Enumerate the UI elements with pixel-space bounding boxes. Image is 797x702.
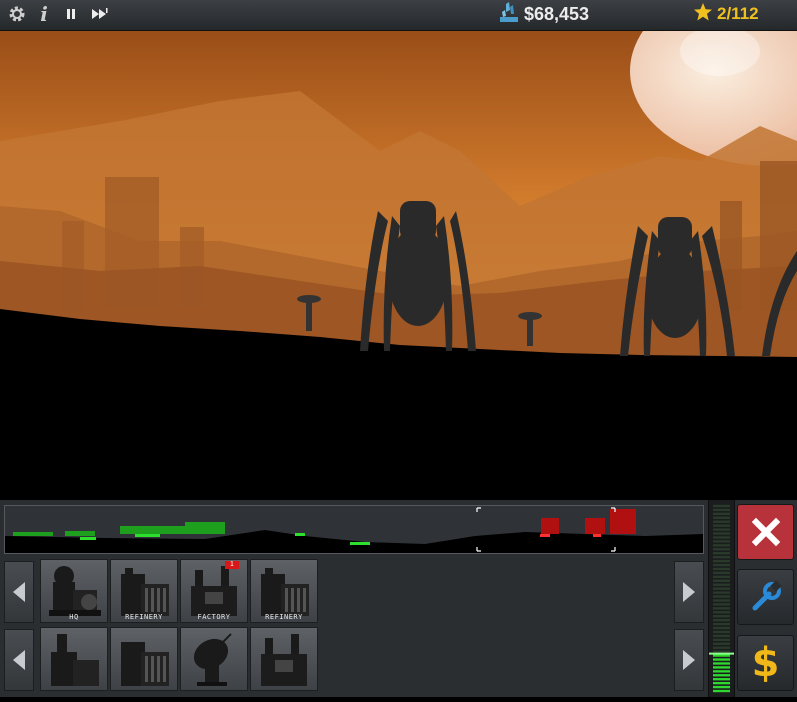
scroll-left-button[interactable] bbox=[4, 561, 34, 623]
meter-segment bbox=[713, 544, 730, 547]
meter-segment bbox=[713, 615, 730, 618]
arrow-left-icon bbox=[13, 582, 25, 602]
meter-segment bbox=[713, 516, 730, 519]
card-label: FACTORY bbox=[197, 613, 231, 621]
wrench-icon bbox=[752, 580, 782, 611]
sell-button[interactable]: $ bbox=[737, 635, 794, 691]
meter-segment bbox=[713, 524, 730, 527]
factory-building-icon bbox=[261, 634, 307, 686]
meter-segment bbox=[713, 666, 730, 669]
meter-segment bbox=[713, 634, 730, 638]
pause-icon[interactable] bbox=[61, 0, 81, 28]
meter-segment bbox=[713, 591, 730, 594]
meter-segment bbox=[713, 579, 730, 582]
build-row-1: HQ REFINERY 1 FACTORY REFINERY bbox=[0, 559, 707, 625]
meter-segment bbox=[713, 689, 730, 693]
meter-segment bbox=[713, 681, 730, 685]
dollar-icon: $ bbox=[751, 640, 780, 686]
meter-segment bbox=[713, 595, 730, 598]
martian-landscape bbox=[0, 31, 797, 501]
meter-segment bbox=[713, 555, 730, 559]
radar-dish-building-icon bbox=[193, 633, 232, 686]
meter-segment bbox=[713, 571, 730, 575]
meter-segment bbox=[713, 670, 730, 673]
meter-segment bbox=[713, 630, 730, 634]
meter-segment bbox=[713, 583, 730, 586]
meter-segment bbox=[713, 622, 730, 626]
build-card-factory[interactable] bbox=[250, 627, 318, 691]
gear-icon[interactable] bbox=[5, 0, 29, 28]
meter-segment bbox=[713, 540, 730, 543]
meter-segment bbox=[713, 575, 730, 579]
meter-segment bbox=[713, 528, 730, 531]
info-icon[interactable]: i bbox=[34, 0, 54, 28]
top-bar: i $68,453 2/112 bbox=[0, 0, 797, 31]
build-row-2 bbox=[0, 627, 707, 693]
meter-segment bbox=[713, 548, 730, 551]
meter-segment bbox=[713, 642, 730, 645]
arrow-right-icon bbox=[683, 582, 695, 602]
card-label: REFINERY bbox=[125, 613, 163, 621]
game-viewport[interactable] bbox=[0, 31, 797, 501]
money-display: $68,453 bbox=[500, 0, 589, 28]
meter-segment bbox=[713, 658, 730, 661]
crystal-icon bbox=[500, 1, 518, 27]
meter-segment bbox=[713, 685, 730, 689]
build-card-radar[interactable] bbox=[180, 627, 248, 691]
minimap[interactable] bbox=[4, 505, 704, 554]
meter-segment bbox=[713, 563, 730, 567]
meter-segment bbox=[713, 504, 730, 508]
notification-badge: 1 bbox=[225, 561, 239, 569]
meter-segment bbox=[713, 678, 730, 681]
star-icon bbox=[693, 2, 713, 27]
meter-segment bbox=[713, 520, 730, 523]
cancel-button[interactable] bbox=[737, 504, 794, 560]
fast-forward-icon[interactable] bbox=[89, 0, 111, 28]
meter-segment bbox=[713, 646, 730, 649]
scroll-left-button[interactable] bbox=[4, 629, 34, 691]
meter-segment bbox=[713, 638, 730, 642]
stars-value: 2/112 bbox=[717, 4, 759, 23]
build-card-refinery[interactable] bbox=[110, 627, 178, 691]
meter-segment bbox=[713, 552, 730, 555]
arrow-left-icon bbox=[13, 650, 25, 670]
power-meter-bars bbox=[709, 504, 734, 693]
arrow-right-icon bbox=[683, 650, 695, 670]
build-card-factory[interactable]: 1 FACTORY bbox=[180, 559, 248, 623]
card-label: REFINERY bbox=[265, 613, 303, 621]
build-card-hq[interactable]: HQ bbox=[40, 559, 108, 623]
meter-segment bbox=[713, 611, 730, 614]
meter-segment bbox=[713, 650, 730, 653]
build-card-refinery[interactable]: REFINERY bbox=[110, 559, 178, 623]
build-card-silo[interactable] bbox=[40, 627, 108, 691]
scroll-right-button[interactable] bbox=[674, 629, 704, 691]
money-value: $68,453 bbox=[524, 3, 590, 24]
power-meter bbox=[708, 500, 735, 697]
repair-button[interactable] bbox=[737, 569, 794, 625]
silo-building-icon bbox=[51, 634, 99, 686]
meter-segment bbox=[713, 654, 730, 657]
meter-segment bbox=[713, 674, 730, 677]
meter-segment bbox=[713, 618, 730, 622]
scroll-right-button[interactable] bbox=[674, 561, 704, 623]
card-label: HQ bbox=[69, 613, 79, 621]
meter-segment bbox=[713, 607, 730, 610]
meter-level-marker bbox=[709, 652, 734, 655]
meter-segment bbox=[713, 626, 730, 630]
refinery-building-icon bbox=[121, 642, 169, 686]
meter-segment bbox=[713, 567, 730, 571]
close-icon bbox=[751, 517, 780, 547]
meter-segment bbox=[713, 512, 730, 516]
meter-segment bbox=[713, 532, 730, 535]
meter-segment bbox=[713, 603, 730, 606]
meter-segment bbox=[713, 599, 730, 602]
meter-segment bbox=[713, 508, 730, 512]
meter-segment bbox=[713, 559, 730, 563]
meter-segment bbox=[713, 587, 730, 590]
minimap-terrain bbox=[5, 507, 703, 553]
meter-segment bbox=[713, 662, 730, 665]
meter-segment bbox=[713, 536, 730, 539]
build-card-refinery-2[interactable]: REFINERY bbox=[250, 559, 318, 623]
stars-display: 2/112 bbox=[693, 0, 759, 28]
